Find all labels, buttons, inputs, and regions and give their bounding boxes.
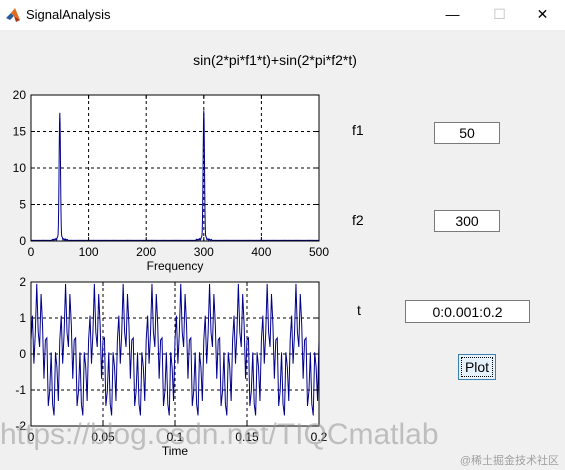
- time-ytick-label: -1: [15, 383, 26, 397]
- freq-xlabel: Frequency: [147, 259, 204, 273]
- focus-rect: [461, 357, 493, 377]
- time-ytick-label: 0: [19, 347, 26, 361]
- t-input[interactable]: [405, 300, 530, 323]
- watermark-corner: @稀土掘金技术社区: [459, 455, 559, 467]
- freq-ytick-label: 5: [19, 198, 26, 212]
- freq-xtick-label: 300: [194, 245, 214, 259]
- freq-xtick-label: 500: [309, 245, 329, 259]
- watermark-text: https://blog.csdn.net/TIQCmatlab: [0, 418, 439, 451]
- time-ytick-label: 1: [19, 311, 26, 325]
- plot-button[interactable]: Plot: [458, 354, 496, 380]
- freq-xtick-label: 100: [79, 245, 99, 259]
- f2-label: f2: [352, 212, 364, 228]
- freq-xtick-label: 0: [28, 245, 35, 259]
- freq-ytick-label: 10: [13, 161, 27, 175]
- freq-xtick-label: 200: [136, 245, 156, 259]
- frequency-axes[interactable]: 0 100 200 300 400 500 0 5 10 15 20 Frequency: [13, 88, 330, 273]
- time-ytick-label: 2: [19, 275, 26, 289]
- plots-area: 0 100 200 300 400 50005101520Frequency 0 0.05 0…: [13, 88, 330, 458]
- f1-input[interactable]: [434, 122, 500, 144]
- freq-ytick-label: 20: [13, 88, 27, 102]
- freq-ytick-label: 15: [13, 125, 27, 139]
- freq-ytick-label: 0: [19, 234, 26, 248]
- freq-xtick-label: 400: [251, 245, 271, 259]
- f2-input[interactable]: [434, 210, 500, 232]
- f1-label: f1: [352, 122, 364, 138]
- t-label: t: [357, 302, 361, 318]
